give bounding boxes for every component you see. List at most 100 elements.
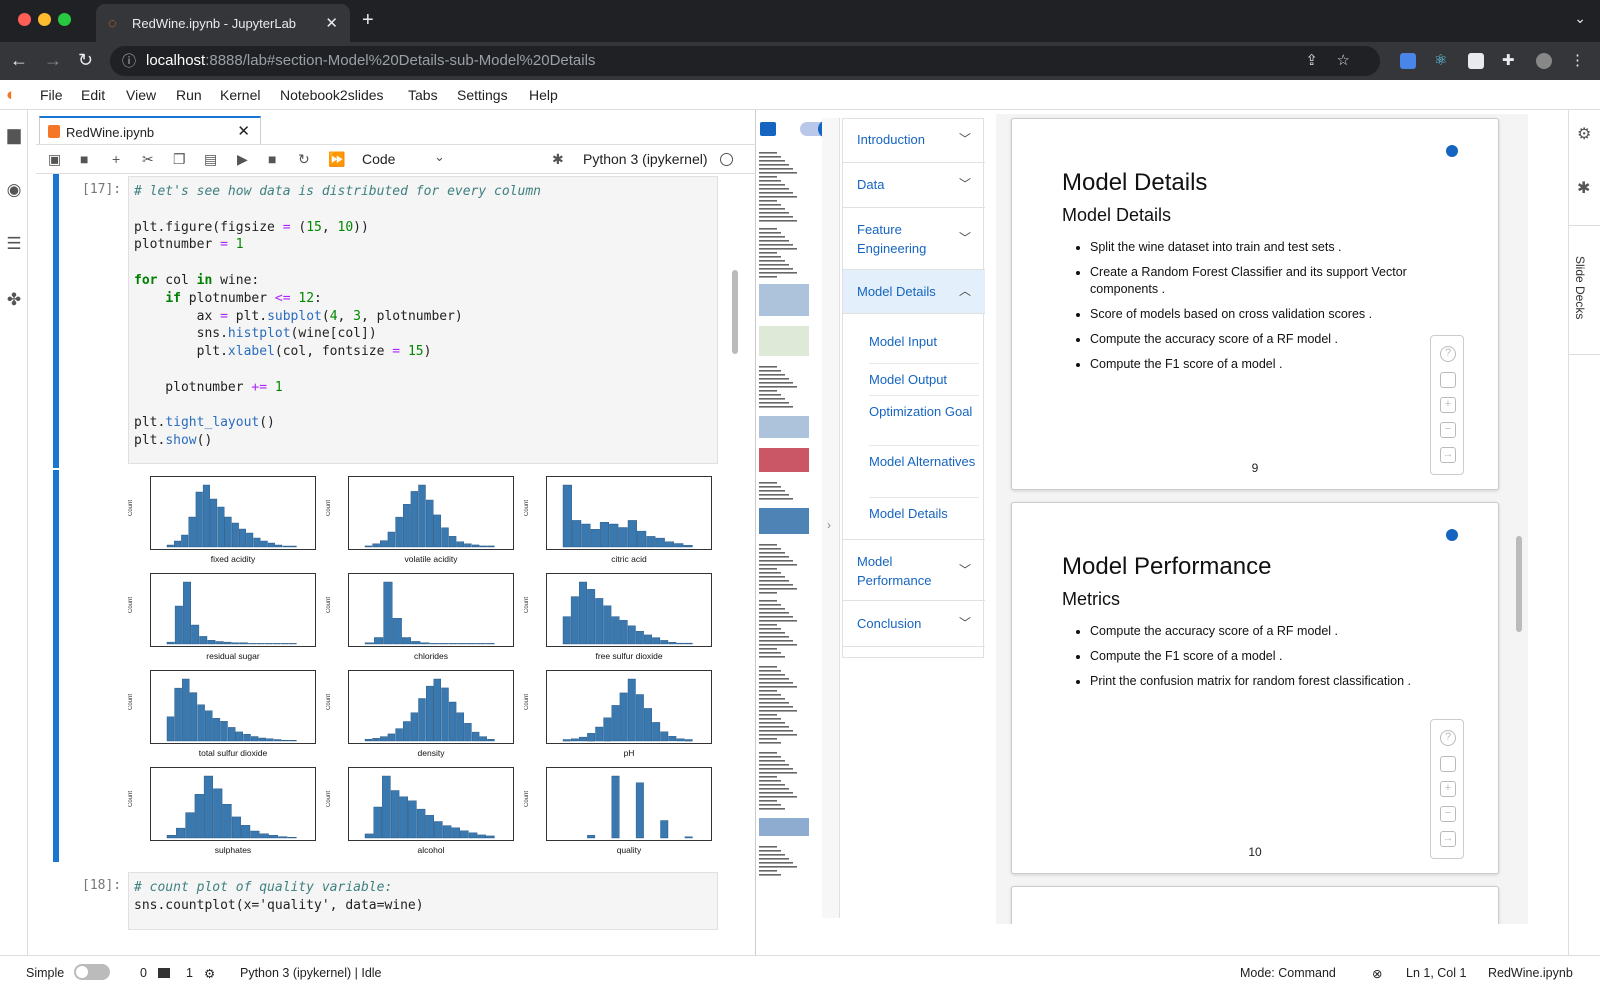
menu-file[interactable]: File	[40, 87, 63, 103]
simple-mode-toggle[interactable]	[74, 964, 110, 980]
menu-kernel[interactable]: Kernel	[220, 87, 260, 103]
histogram-bar	[183, 581, 191, 645]
debugger-bug-icon[interactable]: ✱	[1577, 178, 1590, 198]
toc-sub-model-details[interactable]: Model Details	[869, 498, 979, 532]
close-notebook-icon[interactable]: ✕	[237, 122, 250, 140]
minimap-line	[759, 752, 777, 754]
maximize-window-button[interactable]	[58, 13, 71, 26]
cell-18-code-editor[interactable]: # count plot of quality variable: sns.co…	[128, 872, 718, 930]
toc-section-feature-engineering[interactable]: Feature Engineering ﹀	[843, 208, 985, 270]
slide-10[interactable]: Model Performance Metrics Compute the ac…	[1011, 502, 1499, 874]
save-icon[interactable]: ▣	[48, 151, 61, 167]
settings-off-icon[interactable]: ⊗	[1372, 966, 1382, 981]
minimap-thumbnails[interactable]	[759, 152, 811, 882]
menu-settings[interactable]: Settings	[457, 87, 508, 103]
notebook-toolbar: ▣ ■ + ✂ ❐ ▤ ▶ ■ ↻ ⏩ Code ⌄ ✱ Python 3 (i…	[36, 144, 756, 174]
toc-sub-model-input[interactable]: Model Input	[869, 332, 979, 364]
menu-notebook2slides[interactable]: Notebook2slides	[280, 87, 384, 103]
toc-sub-model-alternatives[interactable]: Model Alternatives	[869, 446, 979, 498]
paste-icon[interactable]: ▤	[204, 151, 217, 167]
add-cell-icon[interactable]: +	[112, 151, 120, 167]
histogram-bar	[199, 636, 208, 645]
help-icon[interactable]: ?	[1440, 730, 1456, 746]
slide-decks-tab[interactable]: Slide Decks	[1569, 225, 1600, 355]
toc-section-model-performance[interactable]: Model Performance ﹀	[843, 539, 985, 601]
slides-scrollbar[interactable]	[1516, 536, 1522, 632]
property-inspector-gear-icon[interactable]: ⚙	[1577, 124, 1591, 144]
kernel-name[interactable]: Python 3 (ipykernel)	[583, 151, 708, 167]
clipboard-icon[interactable]	[1440, 756, 1456, 772]
kernels-count[interactable]: 1	[186, 966, 193, 980]
cursor-position[interactable]: Ln 1, Col 1	[1406, 966, 1466, 980]
back-icon[interactable]: ←	[10, 50, 28, 70]
browser-tab[interactable]: ◌ RedWine.ipynb - JupyterLab ✕	[96, 4, 350, 42]
menu-run[interactable]: Run	[176, 87, 202, 103]
minimap-line	[759, 366, 777, 368]
share-icon[interactable]: ⇪	[1305, 46, 1318, 76]
menu-view[interactable]: View	[126, 87, 156, 103]
add-icon[interactable]: +	[1440, 397, 1456, 413]
chevron-down-icon[interactable]: ⌄	[434, 149, 445, 165]
toc-section-conclusion[interactable]: Conclusion ﹀	[843, 601, 985, 647]
toc-sub-model-output[interactable]: Model Output	[869, 364, 979, 396]
toc-sub-optimization-goal[interactable]: Optimization Goal	[869, 396, 979, 446]
copy-icon[interactable]: ❐	[173, 151, 186, 167]
minimap-line	[759, 572, 781, 574]
new-tab-icon[interactable]: +	[362, 9, 374, 32]
profile-avatar[interactable]	[1536, 53, 1552, 69]
histogram-bar	[448, 536, 457, 548]
save-disk-icon[interactable]: ■	[80, 151, 88, 167]
stop-icon[interactable]: ■	[268, 151, 276, 167]
extensions-puzzle-icon[interactable]: ✚	[1502, 53, 1518, 69]
run-icon[interactable]: ▶	[237, 151, 248, 167]
minimap-line	[759, 850, 781, 852]
menu-help[interactable]: Help	[529, 87, 558, 103]
site-info-icon[interactable]: ⓘ	[122, 46, 136, 76]
slide-11[interactable]	[1011, 886, 1499, 924]
histogram-bar	[281, 739, 289, 742]
collapse-handle[interactable]: ›	[822, 118, 840, 918]
menu-edit[interactable]: Edit	[81, 87, 105, 103]
react-devtools-icon[interactable]: ⚛	[1434, 53, 1450, 69]
notebook-tab[interactable]: RedWine.ipynb ✕	[39, 116, 261, 145]
toc-section-data[interactable]: Data ﹀	[843, 163, 985, 208]
forward-icon[interactable]: →	[44, 50, 62, 70]
help-icon[interactable]: ?	[1440, 346, 1456, 362]
document-extension-icon[interactable]	[1468, 53, 1484, 69]
terminals-count[interactable]: 0	[140, 966, 147, 980]
running-kernels-icon[interactable]: ◉	[4, 180, 24, 200]
add-icon[interactable]: +	[1440, 781, 1456, 797]
minimize-window-button[interactable]	[38, 13, 51, 26]
bookmark-star-icon[interactable]: ☆	[1337, 46, 1350, 76]
translate-extension-icon[interactable]	[1400, 53, 1416, 69]
cell-17-code-editor[interactable]: # let's see how data is distributed for …	[128, 176, 718, 464]
cell-type-select[interactable]: Code	[362, 151, 395, 167]
toc-section-introduction[interactable]: Introduction ﹀	[843, 119, 985, 163]
close-window-button[interactable]	[18, 13, 31, 26]
chart-icon[interactable]	[760, 122, 776, 136]
kernel-status[interactable]: Python 3 (ipykernel) | Idle	[240, 966, 382, 980]
histogram-bar	[380, 736, 388, 742]
tab-search-chevron-icon[interactable]: ⌄	[1574, 10, 1586, 27]
url-input[interactable]: ⓘ localhost:8888/lab#section-Model%20Det…	[110, 46, 1380, 76]
histogram-bar	[457, 643, 467, 645]
close-tab-icon[interactable]: ✕	[325, 14, 338, 32]
table-of-contents-icon[interactable]: ☰	[4, 234, 24, 254]
minimap-line	[759, 564, 797, 566]
histogram-bar	[205, 710, 213, 742]
toc-section-model-details[interactable]: Model Details ︿	[843, 270, 985, 314]
cut-icon[interactable]: ✂	[142, 151, 154, 167]
reload-icon[interactable]: ↻	[78, 50, 93, 70]
browser-menu-icon[interactable]: ⋮	[1570, 53, 1586, 69]
notebook-scrollbar[interactable]	[732, 270, 738, 354]
fast-forward-icon[interactable]: ⏩	[328, 151, 345, 167]
folder-icon[interactable]: ▆	[4, 125, 24, 145]
clipboard-icon[interactable]	[1440, 372, 1456, 388]
debugger-bug-icon[interactable]: ✱	[552, 151, 564, 167]
remove-icon[interactable]: −	[1440, 806, 1456, 822]
remove-icon[interactable]: −	[1440, 422, 1456, 438]
extension-manager-icon[interactable]: ✤	[4, 290, 24, 310]
slide-9[interactable]: Model Details Model Details Split the wi…	[1011, 118, 1499, 490]
restart-icon[interactable]: ↻	[298, 151, 310, 167]
menu-tabs[interactable]: Tabs	[408, 87, 438, 103]
